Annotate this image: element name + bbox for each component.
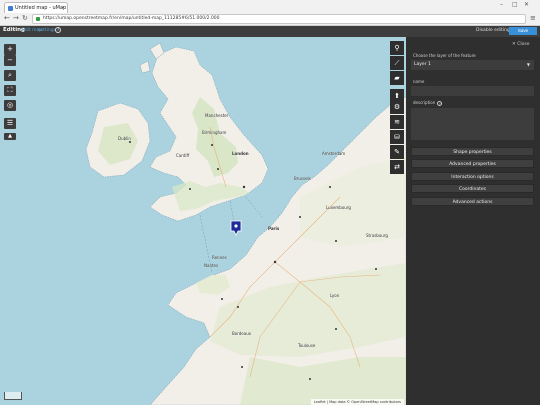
marker-tool-icon: ⚲ — [394, 44, 400, 52]
maximize-icon[interactable]: □ — [512, 1, 518, 8]
datalayers-button[interactable]: ☰ — [4, 118, 16, 129]
chevron-down-icon: ▼ — [526, 62, 530, 67]
data-layers-button[interactable]: ⛁ — [390, 130, 404, 144]
map-place-label: Strasbourg — [366, 233, 388, 238]
browser-tab[interactable]: Untitled map - uMap × — [4, 2, 68, 13]
map-place-label: Amsterdam — [322, 151, 346, 156]
share-button[interactable]: ⇄ — [390, 160, 404, 174]
map-place-label: Paris — [268, 226, 280, 231]
zoom-out-button[interactable]: − — [4, 55, 16, 66]
minimize-icon[interactable]: – — [500, 1, 503, 8]
polygon-tool-icon: ▰ — [394, 74, 400, 82]
layers-manage-button[interactable]: ≋ — [390, 115, 404, 129]
fullscreen-icon: ⛶ — [7, 86, 13, 94]
map-attribution[interactable]: Leaflet | Map data © OpenStreetMap contr… — [310, 399, 404, 405]
name-label: name — [413, 79, 425, 84]
locate-button[interactable]: ◎ — [4, 100, 16, 111]
lock-icon — [36, 17, 40, 21]
search-icon: ⌕ — [8, 71, 12, 79]
gear-icon: ⚙ — [393, 103, 401, 111]
browser-chrome: Untitled map - uMap × – □ ✕ ← → ↻ https:… — [0, 0, 540, 26]
map-place-label: Dublin — [118, 136, 131, 141]
line-tool-icon: ⟋ — [394, 59, 400, 67]
map-tiles — [0, 37, 406, 405]
scale-bar — [4, 392, 22, 400]
settings-link[interactable]: settings — [38, 28, 56, 33]
map-place-label: Toulouse — [298, 343, 316, 348]
save-button[interactable]: Save — [509, 27, 537, 35]
close-label: Close — [517, 42, 530, 47]
description-label: description? — [413, 100, 443, 106]
interaction-options-button[interactable]: Interaction options — [411, 172, 534, 181]
zoom-in-button[interactable]: + — [4, 44, 16, 55]
layers-icon: ☰ — [6, 119, 14, 127]
tab-close-icon[interactable]: × — [61, 3, 65, 13]
forward-arrow-icon[interactable]: → — [13, 14, 19, 23]
coordinates-button[interactable]: Coordinates — [411, 184, 534, 193]
layer-select-value: Layer 1 — [414, 62, 431, 67]
draw-line-button[interactable]: ⟋ — [390, 56, 404, 70]
brush-icon: ✎ — [394, 148, 400, 156]
map-place-label: Manchester — [205, 113, 229, 118]
share-icon: ⇄ — [394, 163, 400, 171]
chevron-up-icon: ▲ — [8, 133, 12, 139]
url-text: https://umap.openstreetmap.fr/en/map/unt… — [43, 16, 220, 21]
map-place-label: Lyon — [330, 293, 340, 298]
map-settings-button[interactable]: ⚙ — [390, 100, 404, 114]
locate-icon: ◎ — [6, 101, 14, 109]
search-button[interactable]: ⌕ — [4, 70, 16, 81]
map-place-label: Rennes — [212, 255, 227, 260]
draw-polygon-button[interactable]: ▰ — [390, 71, 404, 85]
help-icon[interactable]: ? — [55, 27, 61, 33]
reload-icon[interactable]: ↻ — [22, 14, 28, 23]
map-place-label: Birmingham — [202, 130, 227, 135]
edit-style-button[interactable]: ✎ — [390, 145, 404, 159]
advanced-actions-button[interactable]: Advanced actions — [411, 197, 534, 206]
map-place-label: Nantes — [204, 263, 219, 268]
database-icon: ⛁ — [394, 133, 400, 141]
upload-icon: ⬆ — [394, 92, 400, 100]
hamburger-menu-icon[interactable]: ≡ — [530, 14, 536, 22]
layer-question-label: Choose the layer of the feature — [413, 53, 476, 58]
more-controls-button[interactable]: ▲ — [4, 133, 16, 140]
disable-editing-button[interactable]: Disable editing — [476, 28, 510, 33]
map-place-label: Cardiff — [176, 153, 190, 158]
shape-properties-button[interactable]: Shape properties — [411, 147, 534, 156]
fullscreen-button[interactable]: ⛶ — [4, 85, 16, 96]
map-place-label: Luxembourg — [326, 205, 351, 210]
help-icon[interactable]: ? — [437, 100, 443, 106]
address-bar[interactable]: https://umap.openstreetmap.fr/en/map/unt… — [32, 14, 526, 24]
description-field[interactable] — [411, 108, 534, 140]
window-close-icon[interactable]: ✕ — [524, 1, 529, 8]
map-place-label: London — [232, 151, 249, 156]
map-marker-icon[interactable] — [230, 220, 242, 236]
map-canvas[interactable]: Dublin Manchester Birmingham London Card… — [0, 37, 406, 405]
name-field[interactable] — [411, 86, 534, 96]
map-place-label: Brussels — [294, 176, 311, 181]
stack-icon: ≋ — [394, 118, 400, 126]
map-place-label: Bordeaux — [232, 331, 252, 336]
back-arrow-icon[interactable]: ← — [4, 14, 10, 23]
advanced-properties-button[interactable]: Advanced properties — [411, 159, 534, 168]
layer-select[interactable]: Layer 1 ▼ — [411, 60, 534, 70]
umap-toolbar: Editing Edit map settings ? Disable edit… — [0, 26, 540, 37]
close-icon: ✕ — [512, 42, 516, 47]
panel-close-button[interactable]: ✕ Close — [512, 42, 529, 47]
description-label-text: description — [413, 100, 436, 105]
draw-marker-button[interactable]: ⚲ — [390, 41, 404, 55]
favicon-icon — [8, 6, 13, 11]
tab-title: Untitled map - uMap — [15, 5, 67, 11]
